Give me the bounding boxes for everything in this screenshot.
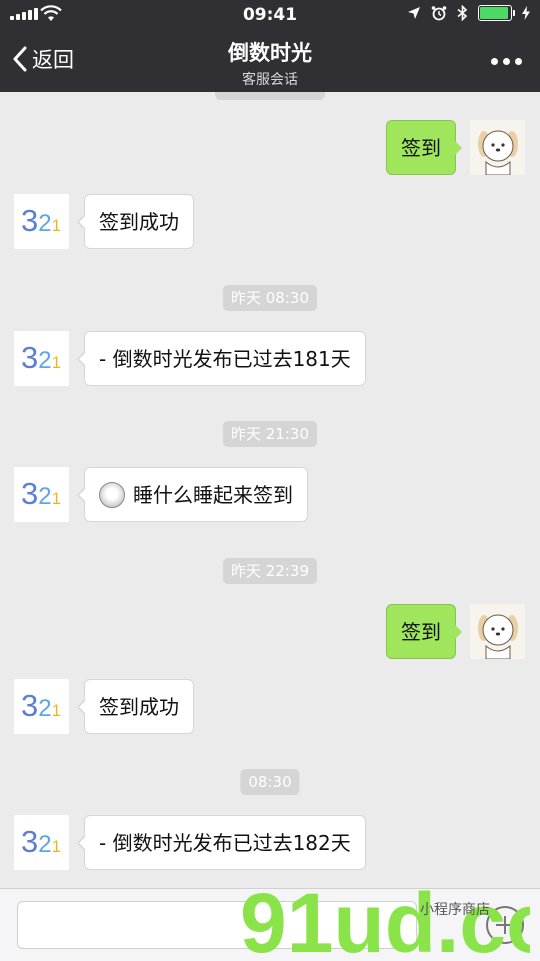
- logo-321-icon: 321: [21, 203, 62, 238]
- location-icon: [408, 7, 420, 19]
- logo-321-icon: 321: [21, 476, 62, 511]
- logo-321-icon: 321: [21, 824, 62, 859]
- sent-message-bubble[interactable]: 签到: [386, 120, 462, 175]
- status-bar: 09:41: [0, 0, 540, 30]
- bluetooth-icon: [457, 5, 468, 21]
- user-avatar[interactable]: [470, 604, 525, 660]
- user-avatar[interactable]: [470, 120, 525, 176]
- puppy-avatar-icon: [478, 130, 518, 176]
- emoji-icon: [99, 481, 125, 508]
- more-options-button[interactable]: [491, 58, 522, 65]
- message-text: - 倒数时光发布已过去182天: [99, 831, 351, 855]
- timestamp: 昨天 21:30: [223, 421, 317, 447]
- bot-avatar[interactable]: 321: [14, 467, 69, 522]
- message-text: 签到: [401, 136, 441, 160]
- received-message-bubble[interactable]: - 倒数时光发布已过去181天: [77, 331, 366, 386]
- sent-message-bubble[interactable]: 签到: [386, 604, 462, 659]
- message-text: 签到成功: [99, 210, 179, 234]
- puppy-avatar-icon: [478, 614, 518, 660]
- watermark-caption: 小程序商店: [420, 902, 490, 918]
- alarm-icon: [431, 6, 447, 21]
- dot-icon: [503, 58, 510, 65]
- page-title: 倒数时光: [228, 41, 312, 65]
- bot-avatar[interactable]: 321: [14, 194, 69, 249]
- dot-icon: [515, 58, 522, 65]
- timestamp: 08:30: [240, 769, 300, 795]
- watermark-text: 91ud.com: [240, 880, 530, 960]
- charging-icon: [522, 6, 530, 20]
- bot-avatar[interactable]: 321: [14, 815, 69, 870]
- timestamp-partial: [215, 92, 325, 100]
- dot-icon: [491, 58, 498, 65]
- page-subtitle: 客服会话: [242, 72, 298, 88]
- battery-icon: [478, 5, 515, 21]
- received-message-bubble[interactable]: - 倒数时光发布已过去182天: [77, 815, 366, 870]
- message-text: 睡什么睡起来签到: [133, 483, 293, 507]
- bot-avatar[interactable]: 321: [14, 331, 69, 386]
- received-message-bubble[interactable]: 签到成功: [77, 679, 194, 734]
- message-text: 签到成功: [99, 695, 179, 719]
- navigation-bar: 返回 倒数时光 客服会话: [0, 30, 540, 92]
- chat-area[interactable]: 签到 321 签到成功 昨天 08:30 321 - 倒数时光发布已过去181天…: [0, 92, 540, 888]
- top-bar: 09:41 返回 倒数时光 客服会话: [0, 0, 540, 92]
- message-text: - 倒数时光发布已过去181天: [99, 347, 351, 371]
- logo-321-icon: 321: [21, 688, 62, 723]
- bot-avatar[interactable]: 321: [14, 679, 69, 734]
- received-message-bubble[interactable]: 睡什么睡起来签到: [77, 467, 308, 522]
- logo-321-icon: 321: [21, 340, 62, 375]
- message-text: 签到: [401, 620, 441, 644]
- timestamp: 昨天 08:30: [223, 285, 317, 311]
- timestamp: 昨天 22:39: [223, 558, 317, 584]
- received-message-bubble[interactable]: 签到成功: [77, 194, 194, 249]
- watermark-logo: 91ud.com 小程序商店: [240, 880, 530, 960]
